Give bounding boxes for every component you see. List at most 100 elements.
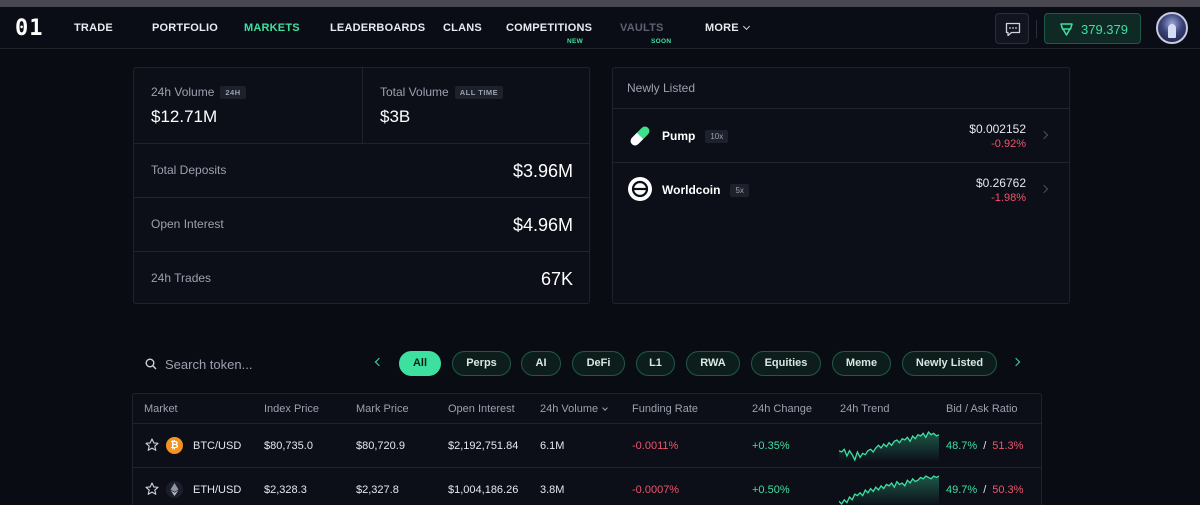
volume-24h-value: $12.71M — [151, 107, 218, 126]
divider — [134, 197, 589, 198]
star-icon[interactable] — [145, 482, 159, 496]
trophy-icon — [1060, 23, 1073, 36]
sort-chevron-icon — [602, 405, 608, 411]
star-icon[interactable] — [145, 438, 159, 452]
header-24h-trend[interactable]: 24h Trend — [840, 403, 890, 415]
top-nav: 01 TRADE PORTFOLIO MARKETS LEADERBOARDS … — [0, 7, 1200, 49]
open-interest: $1,004,186.26 — [448, 484, 519, 496]
ratio-separator: / — [983, 484, 987, 496]
token-price: $0.26762 — [975, 176, 1026, 190]
bid-ask-ratio: 48.7% / 51.3% — [946, 440, 1023, 452]
badge-24h: 24H — [220, 86, 246, 99]
nav-trade[interactable]: TRADE — [74, 22, 113, 34]
nav-vaults[interactable]: VAULTS — [620, 22, 664, 34]
filter-meme[interactable]: Meme — [832, 351, 891, 376]
mark-price: $2,327.8 — [356, 484, 399, 496]
header-mark-price[interactable]: Mark Price — [356, 403, 409, 415]
ask-ratio: 50.3% — [992, 484, 1024, 496]
chat-icon — [1005, 22, 1021, 37]
total-volume-label: Total Volume ALL TIME — [380, 85, 504, 100]
open-interest-value: $4.96M — [512, 215, 573, 235]
bid-ratio: 48.7% — [946, 440, 978, 452]
divider — [134, 251, 589, 252]
chevron-right-icon — [1039, 130, 1049, 140]
index-price: $80,735.0 — [264, 440, 313, 452]
header-bid-ask-ratio[interactable]: Bid / Ask Ratio — [946, 403, 1018, 415]
header-24h-volume[interactable]: 24h Volume — [540, 403, 608, 415]
token-price: $0.002152 — [969, 122, 1026, 136]
header-funding-rate[interactable]: Funding Rate — [632, 403, 698, 415]
token-name: Pump 10x — [662, 129, 729, 144]
nav-leaderboards[interactable]: LEADERBOARDS — [330, 22, 425, 34]
newly-listed-item-worldcoin[interactable]: Worldcoin 5x $0.26762 -1.98% — [613, 163, 1069, 216]
nav-more-label: MORE — [705, 22, 739, 34]
token-change: -0.92% — [991, 138, 1026, 150]
trend-area — [839, 476, 939, 505]
filter-equities[interactable]: Equities — [751, 351, 821, 376]
filter-all[interactable]: All — [399, 351, 441, 376]
app-logo[interactable]: 01 — [15, 16, 44, 41]
filter-defi[interactable]: DeFi — [572, 351, 625, 376]
badge-all-time: ALL TIME — [454, 86, 504, 99]
avatar[interactable] — [1156, 12, 1188, 44]
header-index-price[interactable]: Index Price — [264, 403, 319, 415]
total-deposits-value: $3.96M — [512, 161, 573, 181]
scroll-left-arrow-icon[interactable] — [374, 357, 384, 367]
filter-newly-listed[interactable]: Newly Listed — [902, 351, 997, 376]
markets-table: Market Index Price Mark Price Open Inter… — [132, 393, 1042, 505]
trades-24h-label: 24h Trades — [151, 271, 212, 285]
filter-ai[interactable]: AI — [521, 351, 561, 376]
volume-24h-label: 24h Volume 24H — [151, 85, 246, 100]
change-24h: +0.35% — [752, 440, 790, 452]
header-24h-change[interactable]: 24h Change — [752, 403, 812, 415]
volume-24h: 3.8M — [540, 484, 565, 496]
leverage-badge: 10x — [705, 130, 729, 143]
newly-listed-item-pump[interactable]: Pump 10x $0.002152 -0.92% — [613, 109, 1069, 162]
window-top-strip — [0, 0, 1200, 7]
chat-button[interactable] — [995, 13, 1029, 44]
scroll-right-arrow-icon[interactable] — [1011, 357, 1021, 367]
divider — [362, 68, 363, 143]
leverage-badge: 5x — [730, 184, 749, 197]
table-row[interactable]: ₿ BTC/USD $80,735.0 $80,720.9 $2,192,751… — [133, 423, 1041, 467]
newly-listed-title: Newly Listed — [627, 81, 696, 95]
total-volume-value: $3B — [380, 107, 411, 126]
bitcoin-icon: ₿ — [166, 437, 183, 454]
open-interest: $2,192,751.84 — [448, 440, 519, 452]
nav-markets[interactable]: MARKETS — [244, 22, 300, 34]
funding-rate: -0.0011% — [632, 440, 679, 452]
divider — [134, 143, 589, 144]
search-input[interactable] — [165, 354, 315, 374]
pill-icon — [629, 125, 651, 147]
chevron-right-icon — [1039, 184, 1049, 194]
filter-perps[interactable]: Perps — [452, 351, 511, 376]
nav-more[interactable]: MORE — [705, 22, 750, 34]
market-name: ETH/USD — [193, 484, 242, 496]
ratio-separator: / — [983, 440, 987, 452]
ask-ratio: 51.3% — [992, 440, 1024, 452]
bid-ratio: 49.7% — [946, 484, 978, 496]
market-name: BTC/USD — [193, 440, 242, 452]
trend-sparkline — [839, 475, 939, 505]
nav-clans[interactable]: CLANS — [443, 22, 482, 34]
table-row[interactable]: ETH/USD $2,328.3 $2,327.8 $1,004,186.26 … — [133, 467, 1041, 505]
nav-divider — [1036, 20, 1037, 38]
nav-portfolio[interactable]: PORTFOLIO — [152, 22, 218, 34]
filter-rwa[interactable]: RWA — [686, 351, 740, 376]
stats-card: 24h Volume 24H $12.71M Total Volume ALL TI… — [133, 67, 590, 304]
filter-l1[interactable]: L1 — [636, 351, 675, 376]
change-24h: +0.50% — [752, 484, 790, 496]
mark-price: $80,720.9 — [356, 440, 405, 452]
worldcoin-icon — [628, 177, 652, 201]
trades-24h-value: 67K — [540, 269, 573, 289]
nav-competitions[interactable]: COMPETITIONS — [506, 22, 592, 34]
header-market[interactable]: Market — [144, 403, 178, 415]
balance-button[interactable]: 379.379 — [1044, 13, 1141, 44]
search-icon — [145, 358, 157, 370]
funding-rate: -0.0007% — [632, 484, 680, 496]
open-interest-label: Open Interest — [151, 217, 224, 231]
total-deposits-label: Total Deposits — [151, 163, 227, 177]
token-name: Worldcoin 5x — [662, 183, 749, 198]
header-open-interest[interactable]: Open Interest — [448, 403, 515, 415]
index-price: $2,328.3 — [264, 484, 307, 496]
